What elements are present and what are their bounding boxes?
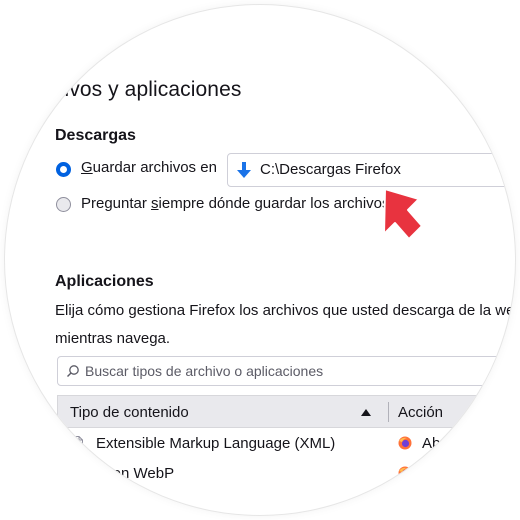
- content-type-label: Extensible Markup Language (XML): [96, 435, 336, 452]
- save-files-label[interactable]: Guardar archivos en: [81, 159, 217, 176]
- sort-up-icon[interactable]: [361, 409, 371, 416]
- column-header-content-type[interactable]: Tipo de contenido: [70, 404, 189, 421]
- content-type-label: agen WebP: [96, 465, 175, 482]
- pointer-arrow-icon: [383, 188, 423, 240]
- applications-heading: Aplicaciones: [55, 273, 154, 290]
- download-folder-field[interactable]: C:\Descargas Firefox: [227, 153, 515, 187]
- column-divider: [388, 402, 389, 422]
- search-icon: [67, 365, 79, 377]
- save-files-label-text: uardar archivos en: [92, 159, 217, 176]
- download-arrow-icon: [237, 162, 251, 178]
- magnified-view: rchivos y aplicaciones Descargas Guardar…: [5, 5, 515, 515]
- ask-always-label-accesskey: s: [151, 195, 159, 212]
- ask-always-label-after: iempre dónde guardar los archivos: [158, 195, 390, 212]
- ask-always-label[interactable]: Preguntar siempre dónde guardar los arch…: [81, 195, 390, 212]
- search-file-types-input[interactable]: Buscar tipos de archivo o aplicaciones: [57, 356, 515, 386]
- save-files-radio[interactable]: [56, 162, 71, 177]
- download-folder-path: C:\Descargas Firefox: [260, 161, 401, 178]
- applications-description-line2: mientras navega.: [55, 330, 171, 347]
- section-title: rchivos y aplicaciones: [35, 78, 242, 101]
- column-header-action[interactable]: Acción: [398, 404, 443, 421]
- file-icon: [71, 466, 83, 480]
- table-row[interactable]: Extensible Markup Language (XML) Abr: [57, 429, 515, 457]
- action-label: Abr: [422, 465, 446, 482]
- downloads-heading: Descargas: [55, 127, 136, 144]
- ask-always-label-before: Preguntar: [81, 195, 152, 212]
- action-label: Abr: [422, 435, 446, 452]
- firefox-icon: [398, 466, 412, 480]
- applications-description-line1: Elija cómo gestiona Firefox los archivos…: [55, 302, 515, 319]
- ask-always-radio[interactable]: [56, 197, 71, 212]
- search-placeholder: Buscar tipos de archivo o aplicaciones: [85, 363, 324, 379]
- table-row[interactable]: agen WebP Abr: [57, 459, 515, 487]
- save-files-label-accesskey: G: [81, 159, 93, 176]
- table-header: Tipo de contenido Acción: [57, 395, 515, 428]
- firefox-icon: [398, 436, 412, 450]
- file-icon: [71, 436, 83, 450]
